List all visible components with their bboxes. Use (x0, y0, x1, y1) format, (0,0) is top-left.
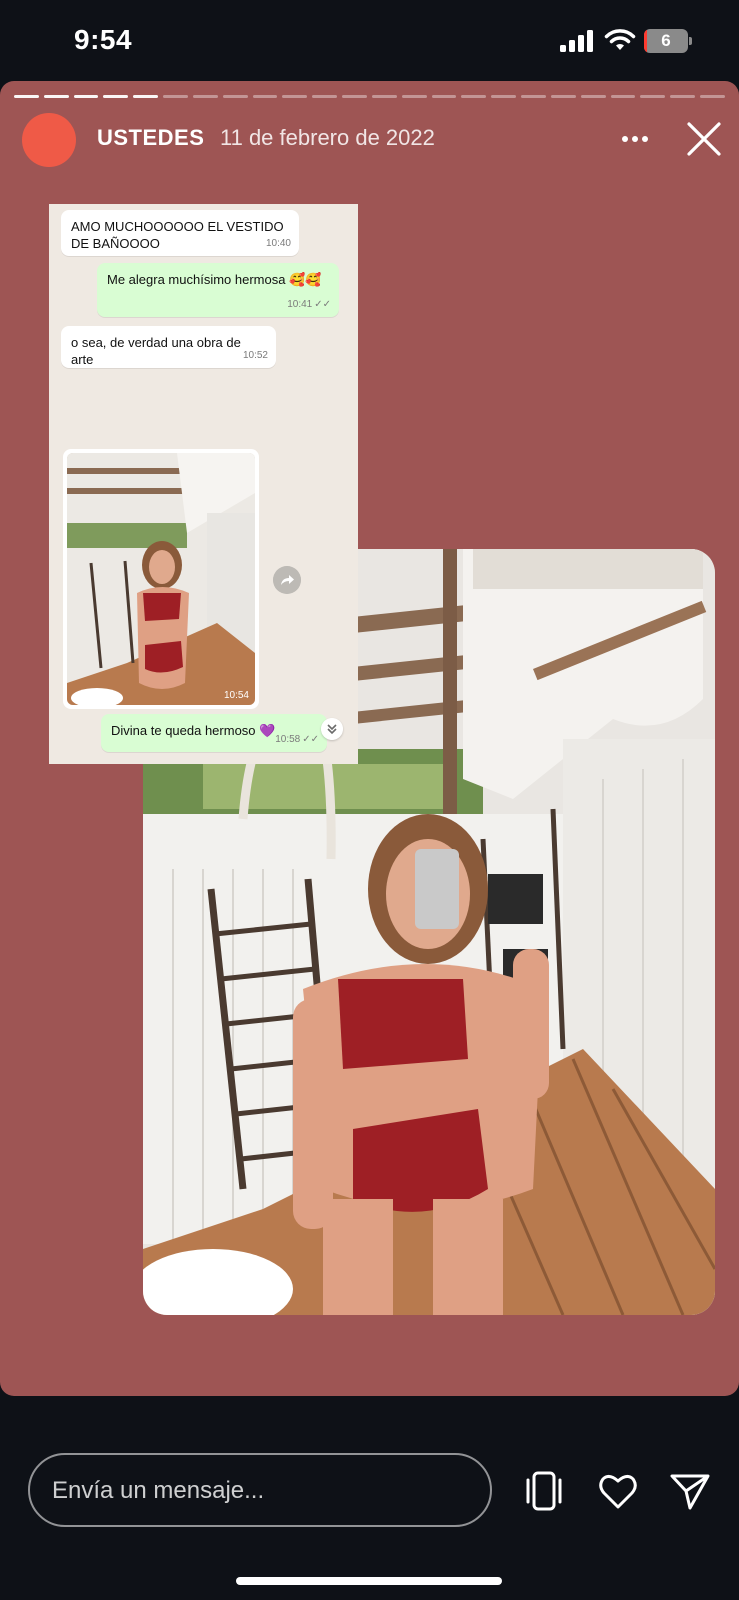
message-time: 10:54 (223, 690, 249, 701)
progress-segment (461, 95, 487, 98)
read-receipt-icon: ✓✓ (302, 734, 319, 745)
avatar[interactable] (22, 113, 76, 167)
progress-segment (14, 95, 39, 98)
progress-segment (670, 95, 696, 98)
read-receipt-icon: ✓✓ (314, 299, 331, 310)
story-progress-bar (14, 95, 725, 99)
chevron-double-down-icon (321, 718, 343, 740)
message-time: 10:40 (265, 238, 291, 249)
chat-image: 10:54 (67, 453, 255, 705)
chat-message-received: AMO MUCHOOOOOO EL VESTIDO DE BAÑOOOO 10:… (61, 210, 299, 256)
progress-segment (192, 95, 218, 98)
cellular-signal-icon (560, 30, 593, 52)
message-text: AMO MUCHOOOOOO EL VESTIDO DE BAÑOOOO (71, 219, 284, 251)
forward-icon (273, 566, 301, 594)
message-text: o sea, de verdad una obra de arte (71, 335, 241, 367)
chat-message-sent: Me alegra muchísimo hermosa 🥰🥰 10:41 ✓✓ (97, 263, 339, 317)
send-icon[interactable] (668, 1470, 712, 1512)
progress-segment (222, 95, 248, 98)
progress-segment (371, 95, 397, 98)
progress-segment (700, 95, 725, 98)
message-time-group: 10:58 ✓✓ (275, 731, 319, 748)
message-text: Me alegra muchísimo hermosa 🥰🥰 (107, 272, 322, 287)
message-time: 10:52 (242, 350, 268, 361)
chat-image-illustration (67, 453, 255, 705)
more-horizontal-icon[interactable] (620, 129, 650, 149)
wifi-icon (604, 29, 636, 50)
story-username[interactable]: USTEDES (97, 125, 204, 151)
battery-indicator: 6 (644, 29, 692, 53)
battery-tip (689, 37, 692, 45)
home-indicator[interactable] (236, 1577, 502, 1585)
progress-segment (73, 95, 99, 98)
progress-segment (550, 95, 576, 98)
battery-body: 6 (644, 29, 688, 53)
chat-screenshot: AMO MUCHOOOOOO EL VESTIDO DE BAÑOOOO 10:… (49, 204, 358, 764)
close-icon[interactable] (686, 121, 722, 157)
status-bar: 9:54 6 (0, 0, 739, 82)
story-viewer[interactable]: USTEDES 11 de febrero de 2022 AMO MUCHOO… (0, 81, 739, 1396)
battery-percent: 6 (661, 31, 671, 50)
chat-message-sent: Divina te queda hermoso 💜 10:58 ✓✓ (101, 714, 327, 752)
progress-segment (282, 95, 308, 98)
progress-segment (252, 95, 278, 98)
progress-segment (580, 95, 606, 98)
progress-segment (491, 95, 517, 98)
progress-segment (640, 95, 666, 98)
progress-segment (431, 95, 457, 98)
progress-segment (43, 95, 69, 98)
phone-icon[interactable] (522, 1470, 566, 1512)
progress-segment (401, 95, 427, 98)
chat-image-message: 10:54 (63, 449, 259, 709)
story-date: 11 de febrero de 2022 (220, 125, 435, 150)
message-time-group: 10:41 ✓✓ (287, 296, 331, 313)
chat-message-received: o sea, de verdad una obra de arte 10:52 (61, 326, 276, 368)
progress-segment (133, 95, 159, 98)
progress-segment (312, 95, 338, 98)
progress-segment (103, 95, 129, 98)
progress-segment (163, 95, 188, 98)
progress-segment (342, 95, 367, 98)
progress-segment (610, 95, 636, 98)
status-time: 9:54 (74, 24, 133, 55)
heart-icon[interactable] (596, 1470, 640, 1512)
reply-message-input[interactable]: Envía un mensaje... (28, 1453, 492, 1527)
message-text: Divina te queda hermoso 💜 (111, 723, 276, 738)
progress-segment (521, 95, 546, 98)
reply-placeholder: Envía un mensaje... (52, 1477, 265, 1504)
message-time: 10:41 (287, 299, 313, 310)
message-time: 10:58 (275, 734, 301, 745)
